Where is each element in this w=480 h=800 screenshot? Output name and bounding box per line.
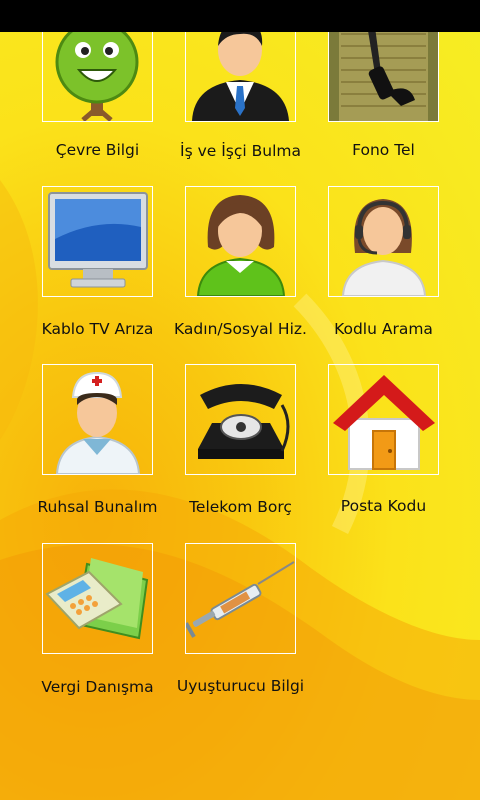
tile-fono-tel[interactable]: Fono Tel [328, 11, 471, 189]
tile-label: Uyuşturucu Bilgi [176, 677, 305, 695]
tile-icon-box [42, 543, 153, 654]
tile-icon-box [328, 364, 439, 475]
tile-kadin-sosyal-hiz[interactable]: Kadın/Sosyal Hiz. [174, 186, 328, 364]
tile-label: Kablo TV Arıza [41, 320, 154, 338]
tile-vergi-danisma[interactable]: Vergi Danışma [41, 543, 185, 721]
tile-telekom-borc[interactable]: Telekom Borç [185, 364, 328, 542]
tile-kodlu-arama[interactable]: Kodlu Arama [328, 186, 471, 364]
tile-icon-box [185, 543, 296, 654]
tile-posta-kodu[interactable]: Posta Kodu [328, 364, 471, 542]
tile-cevre-bilgi[interactable]: Çevre Bilgi [42, 11, 185, 189]
tile-label: Vergi Danışma [41, 678, 154, 696]
tile-icon-box [42, 364, 153, 475]
tile-label: Posta Kodu [340, 497, 427, 515]
tile-ruhsal-bunalim[interactable]: Ruhsal Bunalım [37, 364, 185, 542]
tile-icon-box [185, 364, 296, 475]
woman-avatar-icon [196, 195, 286, 296]
nurse-icon [55, 371, 141, 474]
tile-uyusturucu-bilgi[interactable]: Uyuşturucu Bilgi [177, 543, 328, 721]
tile-icon-box [328, 186, 439, 297]
status-bar [0, 0, 480, 32]
operator-headset-icon [341, 199, 427, 296]
tile-label: Ruhsal Bunalım [37, 498, 158, 516]
app-grid: Çevre Bilgi İş ve İşçi Bulma Fono Tel Ka… [0, 0, 480, 800]
tile-is-ve-isci-bulma[interactable]: İş ve İşçi Bulma [180, 11, 328, 189]
tile-label: Kadın/Sosyal Hiz. [174, 320, 307, 338]
tile-label: Telekom Borç [189, 498, 292, 516]
calculator-folder-icon [45, 558, 149, 640]
tile-label: Çevre Bilgi [55, 141, 140, 159]
tile-label: Fono Tel [352, 141, 415, 159]
syringe-icon [186, 561, 295, 638]
rotary-phone-icon [198, 384, 290, 459]
tile-label: İş ve İşçi Bulma [180, 142, 301, 160]
tile-icon-box [42, 186, 153, 297]
tile-icon-box [185, 186, 296, 297]
house-icon [333, 375, 435, 470]
tile-label: Kodlu Arama [334, 320, 433, 338]
tv-monitor-icon [48, 192, 148, 288]
tile-kablo-tv-ariza[interactable]: Kablo TV Arıza [42, 186, 185, 364]
